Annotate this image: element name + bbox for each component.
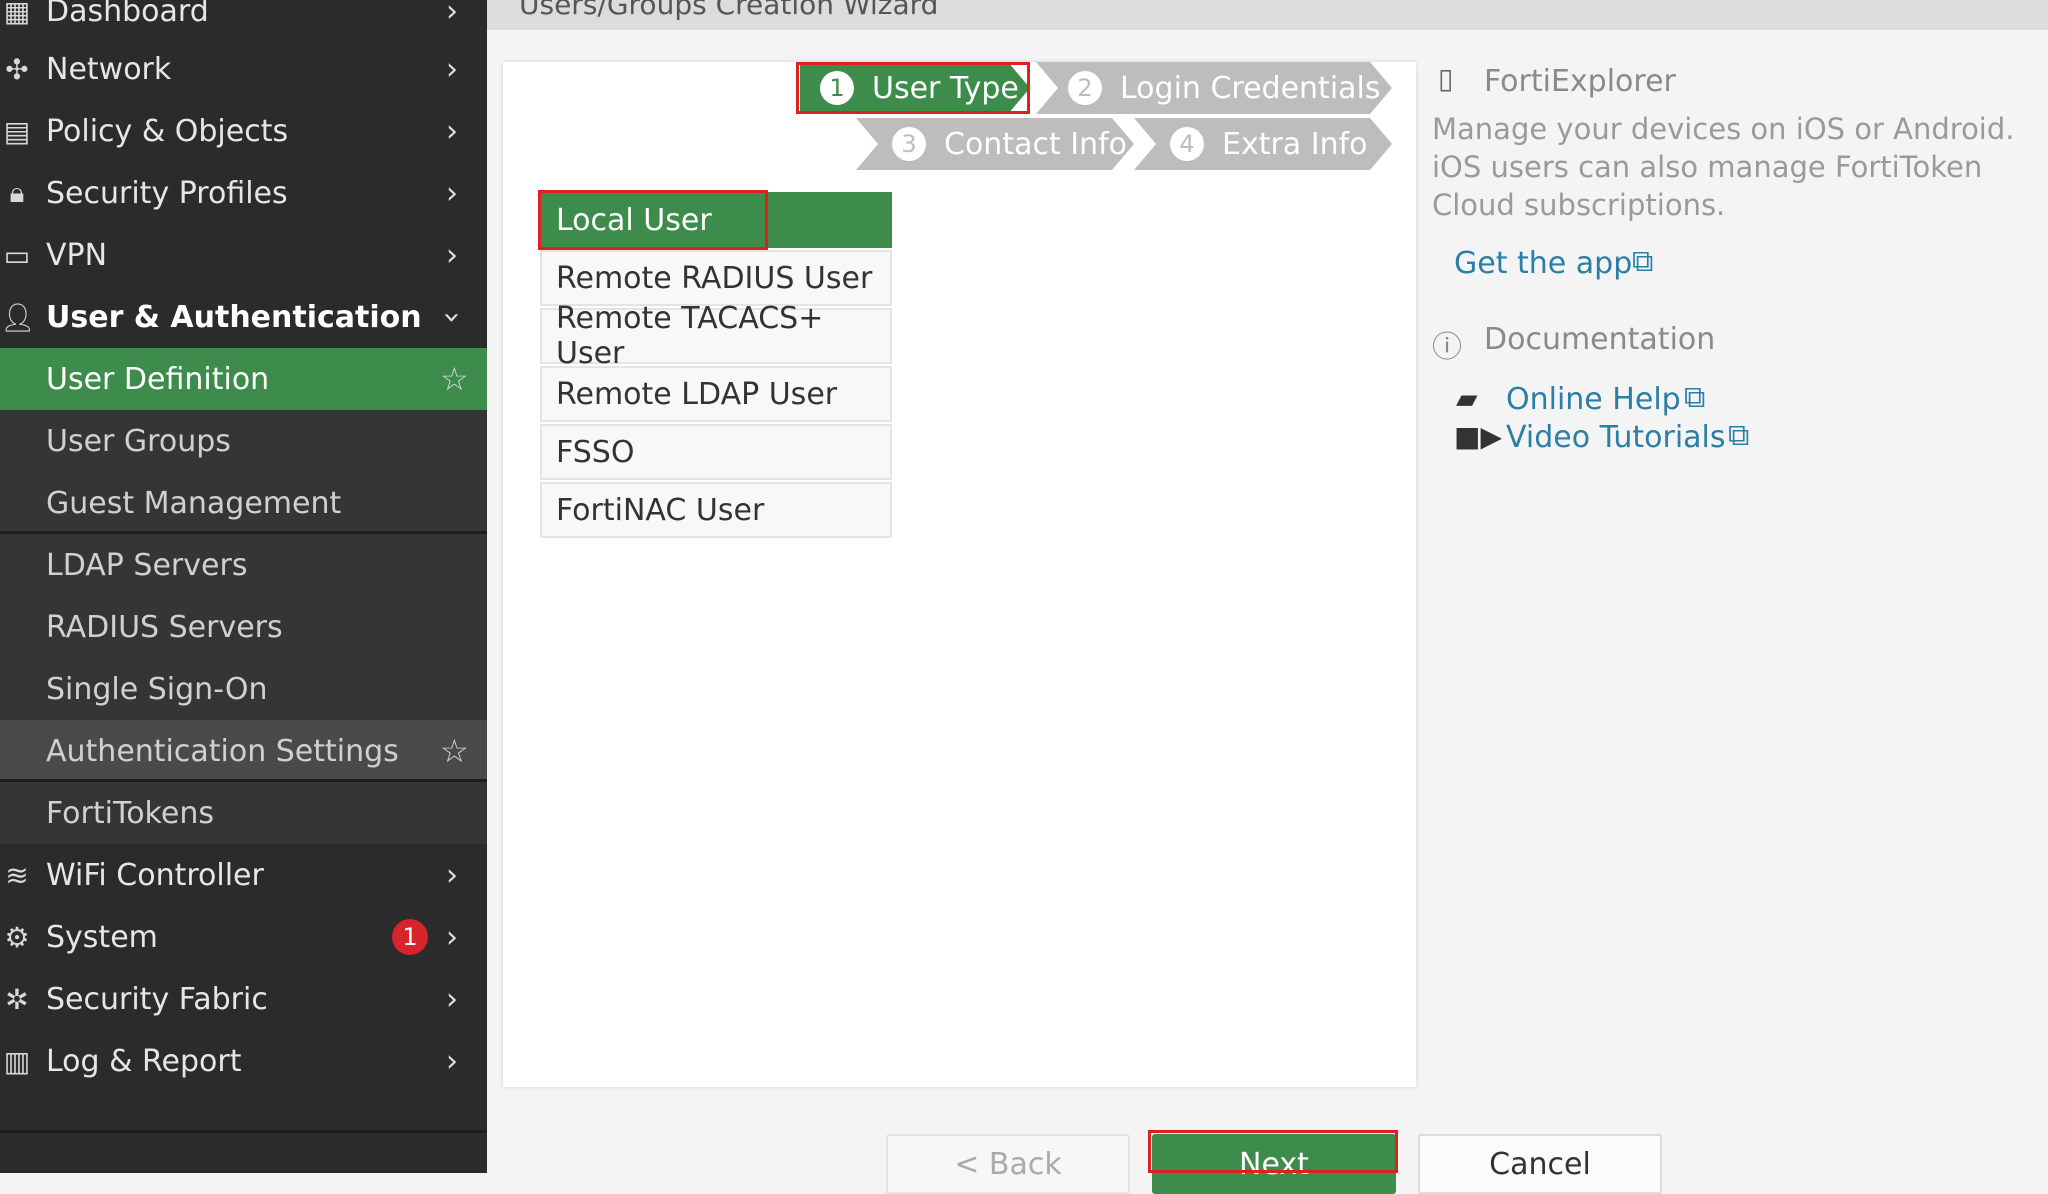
chevron-right-icon: › (446, 857, 458, 893)
user-type-remote-ldap[interactable]: Remote LDAP User (540, 366, 892, 422)
lock-icon: 🔒︎ (9, 176, 25, 209)
fabric-icon: ✲ (5, 982, 29, 1016)
step-label: Contact Info (944, 126, 1128, 162)
video-camera-icon: ■▶ (1454, 420, 1502, 453)
step-number: 3 (892, 127, 926, 161)
step-label: User Type (872, 70, 1019, 106)
external-link-icon[interactable]: ⧉ (1684, 380, 1705, 415)
sidebar-item-authentication-settings[interactable]: Authentication Settings ☆ (0, 720, 487, 782)
chevron-right-icon: › (446, 175, 458, 211)
user-type-remote-radius[interactable]: Remote RADIUS User (540, 250, 892, 306)
chevron-right-icon: › (446, 1043, 458, 1079)
dashboard-icon: ▦ (3, 0, 31, 28)
wifi-icon: ≋ (5, 858, 29, 892)
sidebar-item-ldap-servers[interactable]: LDAP Servers (0, 534, 487, 596)
video-tutorials-link[interactable]: Video Tutorials (1506, 420, 1726, 455)
page-title: Users/Groups Creation Wizard (519, 0, 939, 21)
sidebar-item-user-authentication[interactable]: 👤︎ User & Authentication › (0, 286, 487, 348)
wizard-step-contact-info[interactable]: 3 Contact Info (856, 118, 1134, 170)
policy-icon: ▤ (3, 114, 31, 148)
wizard-step-login-credentials[interactable]: 2 Login Credentials (1036, 62, 1392, 114)
step-number: 1 (820, 71, 854, 105)
chevron-right-icon: › (446, 51, 458, 87)
wizard-step-extra-info[interactable]: 4 Extra Info (1134, 118, 1392, 170)
user-type-fortinac[interactable]: FortiNAC User (540, 482, 892, 538)
sidebar-item-user-groups[interactable]: User Groups (0, 410, 487, 472)
star-icon[interactable]: ☆ (440, 360, 469, 398)
back-button[interactable]: < Back (886, 1134, 1130, 1194)
user-type-local-user[interactable]: Local User (540, 192, 892, 248)
chevron-right-icon: › (446, 113, 458, 149)
step-label: Extra Info (1222, 126, 1368, 162)
get-the-app-link[interactable]: Get the app (1454, 246, 1632, 281)
fortiexplorer-description: Manage your devices on iOS or Android. i… (1432, 112, 2015, 222)
sidebar-item-dashboard[interactable]: ▦ Dashboard › (0, 0, 487, 42)
sidebar-item-wifi-controller[interactable]: ≋ WiFi Controller › (0, 844, 487, 906)
chevron-right-icon: › (446, 981, 458, 1017)
sidebar-item-radius-servers[interactable]: RADIUS Servers (0, 596, 487, 658)
sidebar-item-network[interactable]: ✣ Network › (0, 38, 487, 100)
network-icon: ✣ (5, 52, 29, 86)
sidebar-item-guest-management[interactable]: Guest Management (0, 472, 487, 534)
user-type-fsso[interactable]: FSSO (540, 424, 892, 480)
fortiexplorer-title: FortiExplorer (1484, 64, 1676, 99)
chevron-right-icon: › (446, 919, 458, 955)
sidebar-item-user-definition[interactable]: User Definition ☆ (0, 348, 487, 410)
user-type-remote-tacacs[interactable]: Remote TACACS+ User (540, 301, 892, 371)
chevron-right-icon: › (446, 0, 458, 29)
chevron-right-icon: › (446, 237, 458, 273)
sidebar-item-security-profiles[interactable]: 🔒︎ Security Profiles › (0, 162, 487, 224)
sidebar-item-log-report[interactable]: ▥ Log & Report › (0, 1030, 487, 1092)
wizard-step-user-type[interactable]: 1 User Type (800, 62, 1030, 114)
mobile-device-icon: ▯ (1438, 62, 1454, 95)
sidebar: ▦ Dashboard › ✣ Network › ▤ Policy & Obj… (0, 0, 487, 1173)
step-number: 4 (1170, 127, 1204, 161)
external-link-icon[interactable]: ⧉ (1632, 244, 1653, 279)
chevron-down-icon: › (434, 311, 470, 323)
chart-icon: ▥ (3, 1044, 31, 1078)
user-icon: 👤︎ (0, 300, 36, 334)
sidebar-item-fortitokens[interactable]: FortiTokens (0, 782, 487, 844)
sidebar-item-policy-objects[interactable]: ▤ Policy & Objects › (0, 100, 487, 162)
notification-badge: 1 (392, 919, 428, 955)
book-icon: ▰ (1456, 382, 1478, 415)
step-label: Login Credentials (1120, 70, 1381, 106)
sidebar-item-security-fabric[interactable]: ✲ Security Fabric › (0, 968, 487, 1030)
step-number: 2 (1068, 71, 1102, 105)
next-button[interactable]: Next (1152, 1134, 1396, 1194)
sidebar-item-single-sign-on[interactable]: Single Sign-On (0, 658, 487, 720)
star-icon[interactable]: ☆ (440, 732, 469, 770)
cancel-button[interactable]: Cancel (1418, 1134, 1662, 1194)
vpn-icon: ▭ (3, 238, 31, 272)
sidebar-divider (0, 1130, 487, 1133)
sidebar-item-system[interactable]: ⚙ System 1 › (0, 906, 487, 968)
online-help-link[interactable]: Online Help (1506, 382, 1681, 417)
sidebar-item-vpn[interactable]: ▭ VPN › (0, 224, 487, 286)
documentation-title: Documentation (1484, 322, 1716, 357)
gear-icon: ⚙ (4, 920, 30, 954)
question-circle-icon: ⓘ (1432, 330, 1462, 365)
external-link-icon[interactable]: ⧉ (1728, 418, 1749, 453)
wizard-title-bar: Users/Groups Creation Wizard (487, 0, 2048, 30)
